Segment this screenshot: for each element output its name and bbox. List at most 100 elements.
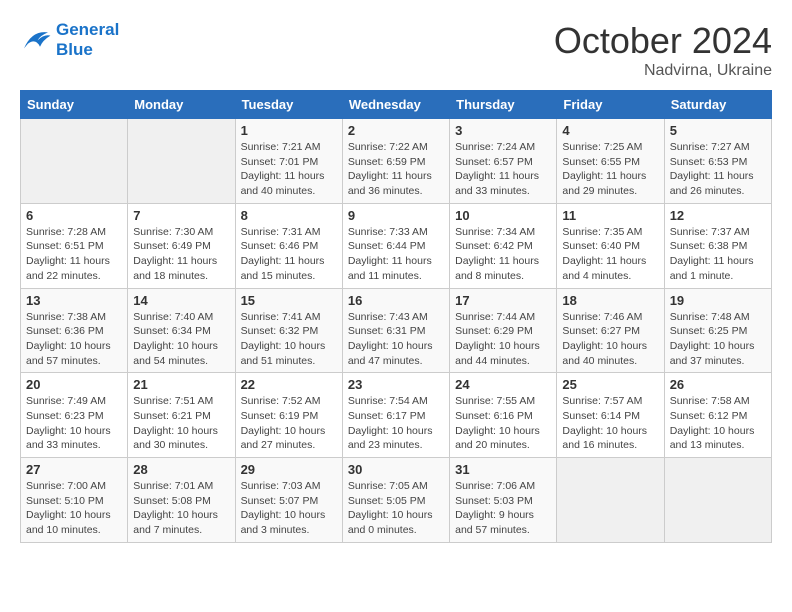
day-info: Sunrise: 7:44 AMSunset: 6:29 PMDaylight:… xyxy=(455,310,551,369)
logo: General Blue xyxy=(20,20,119,59)
day-number: 29 xyxy=(241,462,337,477)
weekday-header-cell: Wednesday xyxy=(342,91,449,119)
calendar-cell: 13 Sunrise: 7:38 AMSunset: 6:36 PMDayligh… xyxy=(21,288,128,373)
day-info: Sunrise: 7:43 AMSunset: 6:31 PMDaylight:… xyxy=(348,310,444,369)
day-number: 11 xyxy=(562,208,658,223)
calendar-cell: 24 Sunrise: 7:55 AMSunset: 6:16 PMDayligh… xyxy=(450,373,557,458)
day-info: Sunrise: 7:46 AMSunset: 6:27 PMDaylight:… xyxy=(562,310,658,369)
calendar-cell xyxy=(557,458,664,543)
calendar-cell: 19Sunrise: 7:48 AMSunset: 6:25 PMDayligh… xyxy=(664,288,771,373)
calendar-cell: 22 Sunrise: 7:52 AMSunset: 6:19 PMDayligh… xyxy=(235,373,342,458)
day-info: Sunrise: 7:34 AMSunset: 6:42 PMDaylight:… xyxy=(455,225,551,284)
calendar-cell: 4Sunrise: 7:25 AMSunset: 6:55 PMDaylight… xyxy=(557,119,664,204)
page-header: General Blue October 2024 Nadvirna, Ukra… xyxy=(20,20,772,80)
title-block: October 2024 Nadvirna, Ukraine xyxy=(554,20,772,80)
day-info: Sunrise: 7:31 AMSunset: 6:46 PMDaylight:… xyxy=(241,225,337,284)
calendar-cell: 5Sunrise: 7:27 AMSunset: 6:53 PMDaylight… xyxy=(664,119,771,204)
calendar-body: 1 Sunrise: 7:21 AMSunset: 7:01 PMDaylight… xyxy=(21,119,772,543)
day-info: Sunrise: 7:01 AMSunset: 5:08 PMDaylight:… xyxy=(133,479,229,538)
day-number: 9 xyxy=(348,208,444,223)
calendar-cell: 14Sunrise: 7:40 AMSunset: 6:34 PMDayligh… xyxy=(128,288,235,373)
day-info: Sunrise: 7:35 AMSunset: 6:40 PMDaylight:… xyxy=(562,225,658,284)
day-number: 30 xyxy=(348,462,444,477)
day-number: 15 xyxy=(241,293,337,308)
day-info: Sunrise: 7:24 AMSunset: 6:57 PMDaylight:… xyxy=(455,140,551,199)
day-info: Sunrise: 7:57 AMSunset: 6:14 PMDaylight:… xyxy=(562,394,658,453)
calendar-cell: 25 Sunrise: 7:57 AMSunset: 6:14 PMDayligh… xyxy=(557,373,664,458)
calendar-week-row: 1 Sunrise: 7:21 AMSunset: 7:01 PMDaylight… xyxy=(21,119,772,204)
day-number: 24 xyxy=(455,377,551,392)
weekday-header-cell: Monday xyxy=(128,91,235,119)
calendar-cell: 18Sunrise: 7:46 AMSunset: 6:27 PMDayligh… xyxy=(557,288,664,373)
calendar-week-row: 13 Sunrise: 7:38 AMSunset: 6:36 PMDayligh… xyxy=(21,288,772,373)
calendar-cell: 26Sunrise: 7:58 AMSunset: 6:12 PMDayligh… xyxy=(664,373,771,458)
weekday-header-cell: Tuesday xyxy=(235,91,342,119)
month-title: October 2024 xyxy=(554,20,772,62)
day-info: Sunrise: 7:37 AMSunset: 6:38 PMDaylight:… xyxy=(670,225,766,284)
calendar-cell: 29 Sunrise: 7:03 AMSunset: 5:07 PMDayligh… xyxy=(235,458,342,543)
day-number: 16 xyxy=(348,293,444,308)
day-info: Sunrise: 7:05 AMSunset: 5:05 PMDaylight:… xyxy=(348,479,444,538)
day-number: 10 xyxy=(455,208,551,223)
day-number: 22 xyxy=(241,377,337,392)
day-info: Sunrise: 7:33 AMSunset: 6:44 PMDaylight:… xyxy=(348,225,444,284)
day-number: 26 xyxy=(670,377,766,392)
calendar-cell: 2 Sunrise: 7:22 AMSunset: 6:59 PMDaylight… xyxy=(342,119,449,204)
weekday-header-cell: Friday xyxy=(557,91,664,119)
weekday-header-row: SundayMondayTuesdayWednesdayThursdayFrid… xyxy=(21,91,772,119)
day-info: Sunrise: 7:52 AMSunset: 6:19 PMDaylight:… xyxy=(241,394,337,453)
calendar-cell: 15 Sunrise: 7:41 AMSunset: 6:32 PMDayligh… xyxy=(235,288,342,373)
day-number: 3 xyxy=(455,123,551,138)
day-number: 23 xyxy=(348,377,444,392)
day-number: 17 xyxy=(455,293,551,308)
calendar-cell: 28 Sunrise: 7:01 AMSunset: 5:08 PMDayligh… xyxy=(128,458,235,543)
day-number: 2 xyxy=(348,123,444,138)
day-number: 19 xyxy=(670,293,766,308)
day-number: 28 xyxy=(133,462,229,477)
day-info: Sunrise: 7:06 AMSunset: 5:03 PMDaylight:… xyxy=(455,479,551,538)
calendar-cell: 21 Sunrise: 7:51 AMSunset: 6:21 PMDayligh… xyxy=(128,373,235,458)
calendar-cell xyxy=(128,119,235,204)
day-info: Sunrise: 7:28 AMSunset: 6:51 PMDaylight:… xyxy=(26,225,122,284)
day-number: 5 xyxy=(670,123,766,138)
day-info: Sunrise: 7:38 AMSunset: 6:36 PMDaylight:… xyxy=(26,310,122,369)
day-info: Sunrise: 7:55 AMSunset: 6:16 PMDaylight:… xyxy=(455,394,551,453)
calendar-cell: 7Sunrise: 7:30 AMSunset: 6:49 PMDaylight… xyxy=(128,203,235,288)
weekday-header-cell: Sunday xyxy=(21,91,128,119)
calendar-cell: 6 Sunrise: 7:28 AMSunset: 6:51 PMDaylight… xyxy=(21,203,128,288)
calendar-cell: 3 Sunrise: 7:24 AMSunset: 6:57 PMDaylight… xyxy=(450,119,557,204)
calendar-cell: 8 Sunrise: 7:31 AMSunset: 6:46 PMDaylight… xyxy=(235,203,342,288)
day-number: 27 xyxy=(26,462,122,477)
calendar-cell: 20Sunrise: 7:49 AMSunset: 6:23 PMDayligh… xyxy=(21,373,128,458)
day-number: 6 xyxy=(26,208,122,223)
calendar-cell: 1 Sunrise: 7:21 AMSunset: 7:01 PMDaylight… xyxy=(235,119,342,204)
logo-subtext: Blue xyxy=(56,40,119,60)
day-info: Sunrise: 7:30 AMSunset: 6:49 PMDaylight:… xyxy=(133,225,229,284)
calendar-cell: 16 Sunrise: 7:43 AMSunset: 6:31 PMDayligh… xyxy=(342,288,449,373)
day-number: 13 xyxy=(26,293,122,308)
calendar-cell: 10 Sunrise: 7:34 AMSunset: 6:42 PMDayligh… xyxy=(450,203,557,288)
day-number: 25 xyxy=(562,377,658,392)
day-info: Sunrise: 7:51 AMSunset: 6:21 PMDaylight:… xyxy=(133,394,229,453)
calendar-week-row: 20Sunrise: 7:49 AMSunset: 6:23 PMDayligh… xyxy=(21,373,772,458)
calendar-cell: 17 Sunrise: 7:44 AMSunset: 6:29 PMDayligh… xyxy=(450,288,557,373)
day-number: 31 xyxy=(455,462,551,477)
weekday-header-cell: Saturday xyxy=(664,91,771,119)
day-info: Sunrise: 7:03 AMSunset: 5:07 PMDaylight:… xyxy=(241,479,337,538)
day-info: Sunrise: 7:54 AMSunset: 6:17 PMDaylight:… xyxy=(348,394,444,453)
day-info: Sunrise: 7:41 AMSunset: 6:32 PMDaylight:… xyxy=(241,310,337,369)
calendar-cell xyxy=(21,119,128,204)
calendar-week-row: 6 Sunrise: 7:28 AMSunset: 6:51 PMDaylight… xyxy=(21,203,772,288)
location-subtitle: Nadvirna, Ukraine xyxy=(554,62,772,80)
day-info: Sunrise: 7:21 AMSunset: 7:01 PMDaylight:… xyxy=(241,140,337,199)
day-number: 1 xyxy=(241,123,337,138)
day-number: 12 xyxy=(670,208,766,223)
day-number: 21 xyxy=(133,377,229,392)
weekday-header-cell: Thursday xyxy=(450,91,557,119)
day-info: Sunrise: 7:22 AMSunset: 6:59 PMDaylight:… xyxy=(348,140,444,199)
day-number: 20 xyxy=(26,377,122,392)
day-number: 14 xyxy=(133,293,229,308)
day-info: Sunrise: 7:25 AMSunset: 6:55 PMDaylight:… xyxy=(562,140,658,199)
calendar-cell: 27Sunrise: 7:00 AMSunset: 5:10 PMDayligh… xyxy=(21,458,128,543)
day-number: 8 xyxy=(241,208,337,223)
